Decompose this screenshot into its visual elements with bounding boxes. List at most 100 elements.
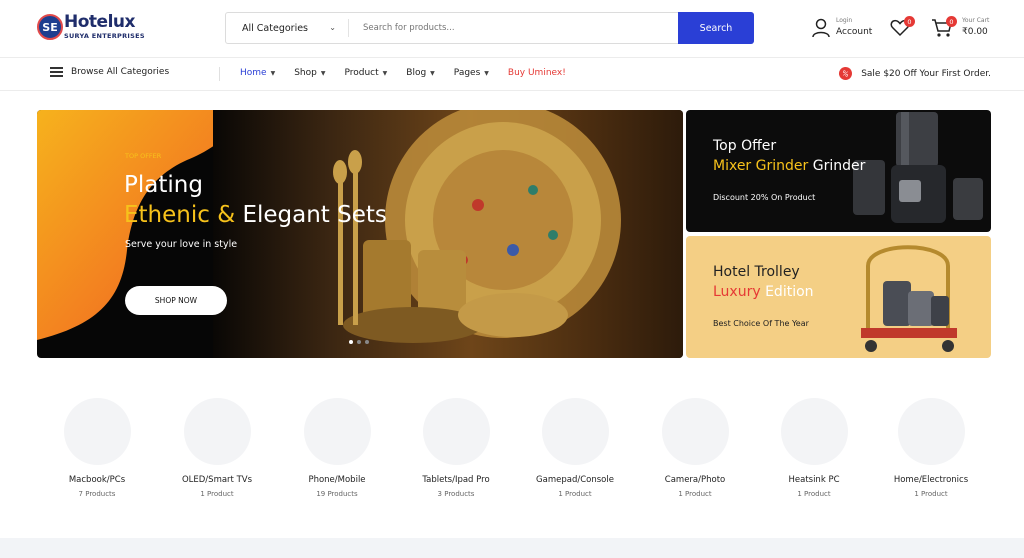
banner-highlight-white: Edition — [760, 284, 814, 300]
chevron-down-icon: ▼ — [382, 69, 388, 77]
category-list: Macbook/PCs 7 Products OLED/Smart TVs 1 … — [37, 398, 991, 508]
category-name: Macbook/PCs — [68, 475, 126, 485]
category-item[interactable]: Macbook/PCs 7 Products — [37, 398, 157, 508]
sale-promo[interactable]: % Sale $20 Off Your First Order. — [837, 65, 991, 82]
logo-mark-icon: SE — [37, 14, 63, 40]
plating-sets-image — [213, 110, 683, 358]
chevron-down-icon: ▼ — [270, 69, 276, 77]
hero-title-line1: Plating — [124, 172, 203, 198]
category-name: Camera/Photo — [664, 475, 726, 485]
category-thumbnail — [781, 398, 848, 465]
hero-slider[interactable]: TOP OFFER Plating Ethenic & Elegant Sets… — [37, 110, 683, 358]
banner-subtitle: Mixer Grinder Grinder — [713, 158, 865, 174]
search-input[interactable] — [354, 17, 674, 39]
chevron-down-icon: ⌄ — [329, 23, 336, 32]
browse-categories-button[interactable]: Browse All Categories — [50, 67, 169, 77]
hero-tag: TOP OFFER — [125, 152, 162, 160]
category-item[interactable]: Home/Electronics 1 Product — [871, 398, 991, 508]
nav-menu: Home ▼ Shop ▼ Product ▼ Blog ▼ Pages ▼ Buy Um… — [240, 68, 585, 78]
nav-item-label: Product — [344, 68, 379, 78]
banner-subtitle-rest: Grinder — [808, 158, 866, 174]
category-item[interactable]: Tablets/Ipad Pro 3 Products — [396, 398, 516, 508]
category-count: 1 Product — [200, 490, 234, 498]
category-thumbnail — [64, 398, 131, 465]
slider-dot[interactable] — [365, 340, 369, 344]
category-name: Phone/Mobile — [308, 475, 366, 485]
orange-wave-shape — [37, 110, 234, 340]
site-header: SE Hotelux SURYA ENTERPRISES All Categor… — [0, 0, 1024, 58]
wishlist-count-badge: 0 — [904, 16, 915, 27]
brand-logo[interactable]: SE Hotelux SURYA ENTERPRISES — [37, 12, 145, 44]
category-thumbnail — [184, 398, 251, 465]
category-count: 3 Products — [437, 490, 475, 498]
brand-subtitle: SURYA ENTERPRISES — [64, 32, 145, 40]
nav-item-label: Buy Uminex! — [507, 68, 566, 78]
divider — [219, 67, 220, 81]
divider — [348, 19, 349, 37]
brass-plate-illustration — [333, 110, 621, 343]
hotel-trolley-illustration — [861, 245, 957, 352]
chevron-down-icon: ▼ — [484, 69, 489, 77]
promo-banner-trolley[interactable]: Hotel Trolley Luxury Edition Best Choice… — [686, 236, 991, 358]
category-name: Heatsink PC — [788, 475, 840, 485]
banner-caption: Discount 20% On Product — [713, 193, 816, 202]
discount-tag-icon: % — [837, 65, 855, 82]
slider-dot[interactable] — [349, 340, 353, 344]
search-button[interactable]: Search — [678, 12, 754, 44]
category-count: 7 Products — [78, 490, 116, 498]
cart-button[interactable]: 0 Your Cart ₹0.00 — [931, 16, 997, 42]
category-select-value: All Categories — [242, 22, 309, 34]
chevron-down-icon: ▼ — [430, 69, 435, 77]
wishlist-button[interactable]: 0 — [890, 16, 915, 38]
cart-count-badge: 0 — [946, 16, 957, 27]
category-thumbnail — [423, 398, 490, 465]
hero-title-line2: Ethenic & Elegant Sets — [124, 202, 387, 228]
category-item[interactable]: Phone/Mobile 19 Products — [277, 398, 397, 508]
banner-title: Top Offer — [713, 138, 777, 154]
cart-small-label: Your Cart — [962, 17, 990, 24]
category-count: 1 Product — [797, 490, 831, 498]
banner-subtitle: Luxury Edition — [713, 284, 814, 300]
nav-item-pages[interactable]: Pages ▼ — [454, 68, 489, 78]
nav-item-label: Shop — [294, 68, 317, 78]
category-count: 19 Products — [316, 490, 358, 498]
search-bar: All Categories ⌄ Search — [225, 12, 754, 44]
menu-icon — [50, 67, 63, 77]
category-count: 1 Product — [678, 490, 712, 498]
chevron-down-icon: ▼ — [320, 69, 326, 77]
banner-highlight: Mixer Grinder — [713, 158, 809, 174]
category-item[interactable]: Gamepad/Console 1 Product — [515, 398, 635, 508]
category-select[interactable]: All Categories ⌄ — [226, 13, 348, 43]
shop-now-button[interactable]: SHOP NOW — [125, 286, 227, 315]
user-icon — [812, 18, 830, 38]
nav-item-home[interactable]: Home ▼ — [240, 68, 275, 78]
category-thumbnail — [898, 398, 965, 465]
hero-title-highlight: Ethenic & — [124, 202, 236, 228]
nav-item-buy[interactable]: Buy Uminex! — [508, 68, 566, 78]
category-count: 1 Product — [914, 490, 948, 498]
banner-caption: Best Choice Of The Year — [713, 319, 809, 328]
promo-banner-mixer[interactable]: Top Offer Mixer Grinder Grinder Discount… — [686, 110, 991, 232]
nav-item-blog[interactable]: Blog ▼ — [406, 68, 435, 78]
hero-title-rest: Elegant Sets — [235, 202, 387, 228]
category-thumbnail — [542, 398, 609, 465]
category-item[interactable]: Heatsink PC 1 Product — [754, 398, 874, 508]
brand-name: Hotelux — [64, 12, 135, 32]
hero-subtitle: Serve your love in style — [125, 239, 238, 250]
browse-categories-label: Browse All Categories — [71, 67, 170, 77]
main-nav: Browse All Categories Home ▼ Shop ▼ Produc… — [0, 58, 1024, 91]
nav-item-product[interactable]: Product ▼ — [344, 68, 387, 78]
category-name: Gamepad/Console — [536, 475, 614, 485]
next-section-strip — [0, 538, 1024, 558]
category-thumbnail — [304, 398, 371, 465]
account-link[interactable]: Login Account — [812, 16, 882, 42]
slider-dot[interactable] — [357, 340, 361, 344]
nav-item-label: Blog — [406, 68, 427, 78]
category-item[interactable]: OLED/Smart TVs 1 Product — [157, 398, 277, 508]
category-item[interactable]: Camera/Photo 1 Product — [635, 398, 755, 508]
category-name: Home/Electronics — [893, 475, 969, 485]
category-name: Tablets/Ipad Pro — [422, 475, 490, 485]
nav-item-shop[interactable]: Shop ▼ — [294, 68, 325, 78]
nav-item-label: Home — [240, 68, 267, 78]
cart-total: ₹0.00 — [962, 27, 988, 37]
